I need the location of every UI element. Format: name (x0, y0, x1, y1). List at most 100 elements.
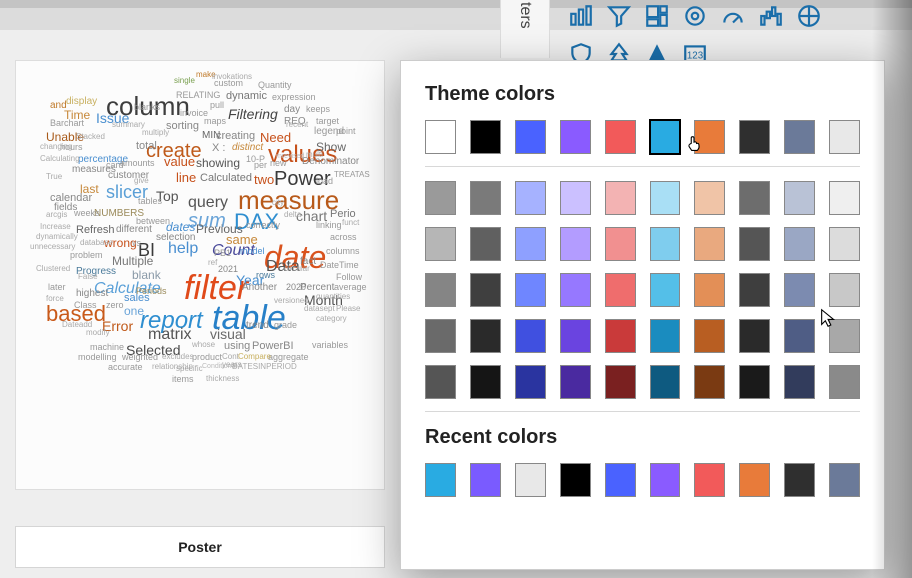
cloud-word[interactable]: problem (70, 251, 103, 260)
shade-color-swatch[interactable] (650, 365, 681, 399)
cloud-word[interactable]: modelling (78, 353, 117, 362)
cloud-word[interactable]: Refresh (76, 225, 115, 236)
recent-color-swatch[interactable] (650, 463, 681, 497)
cloud-word[interactable]: grade (274, 321, 297, 330)
filters-pane-collapsed[interactable]: ters (500, 0, 550, 58)
shade-color-swatch[interactable] (515, 273, 546, 307)
recent-color-swatch[interactable] (829, 463, 860, 497)
cloud-word[interactable]: tables (138, 197, 162, 206)
cloud-word[interactable]: vs (132, 239, 141, 248)
cloud-word[interactable]: display (66, 97, 97, 107)
shade-color-swatch[interactable] (650, 227, 681, 261)
key-influencers-icon[interactable] (795, 2, 823, 30)
shade-color-swatch[interactable] (829, 319, 860, 353)
cloud-word[interactable]: thickness (206, 375, 239, 383)
shade-color-swatch[interactable] (470, 365, 501, 399)
cloud-word[interactable]: aggregate (268, 353, 309, 362)
cloud-word[interactable]: multiply (142, 129, 169, 137)
cloud-word[interactable]: PowerBI (252, 341, 294, 352)
stacked-bar-icon[interactable] (567, 2, 595, 30)
cloud-word[interactable]: line (176, 171, 196, 184)
shade-color-swatch[interactable] (829, 181, 860, 215)
cloud-word[interactable]: category (316, 315, 347, 323)
recent-color-swatch[interactable] (694, 463, 725, 497)
cloud-word[interactable]: single (174, 77, 195, 85)
cloud-word[interactable]: excludes (162, 353, 194, 361)
cloud-word[interactable]: Class (74, 301, 97, 310)
theme-color-swatch[interactable] (425, 120, 456, 154)
cloud-word[interactable]: creating (216, 131, 255, 142)
cloud-word[interactable]: across (330, 233, 357, 242)
shade-color-swatch[interactable] (694, 319, 725, 353)
cloud-word[interactable]: Please (336, 305, 360, 313)
cloud-word[interactable]: day (284, 105, 300, 115)
cloud-word[interactable]: 2021 (218, 265, 238, 274)
cloud-word[interactable]: unnecessary (30, 243, 75, 251)
cloud-word[interactable]: delta (284, 211, 301, 219)
shade-color-swatch[interactable] (560, 319, 591, 353)
shade-color-swatch[interactable] (739, 181, 770, 215)
cloud-word[interactable]: MIN (202, 131, 220, 141)
theme-color-swatch[interactable] (784, 120, 815, 154)
shade-color-swatch[interactable] (650, 319, 681, 353)
cloud-word[interactable]: give (134, 177, 149, 185)
cloud-word[interactable]: different (116, 225, 152, 235)
cloud-word[interactable]: target (316, 117, 339, 126)
cloud-word[interactable]: summary (112, 121, 145, 129)
cloud-word[interactable]: matrix (148, 327, 192, 343)
cloud-word[interactable]: per (254, 161, 267, 170)
cloud-word[interactable]: force (46, 295, 64, 303)
shade-color-swatch[interactable] (425, 227, 456, 261)
shade-color-swatch[interactable] (470, 273, 501, 307)
shade-color-swatch[interactable] (515, 319, 546, 353)
theme-color-swatch[interactable] (739, 120, 770, 154)
cloud-word[interactable]: invokations (212, 73, 252, 81)
recent-color-swatch[interactable] (739, 463, 770, 497)
cloud-word[interactable]: keeps (306, 105, 330, 114)
waterfall-icon[interactable] (757, 2, 785, 30)
cloud-word[interactable]: correctly (246, 221, 280, 230)
cloud-word[interactable]: two (254, 173, 274, 186)
shade-color-swatch[interactable] (425, 181, 456, 215)
cloud-word[interactable]: weeks (74, 209, 100, 218)
cloud-word[interactable]: using (224, 341, 250, 352)
cloud-word[interactable]: expression (272, 93, 316, 102)
theme-color-swatch[interactable] (605, 120, 636, 154)
recent-color-swatch[interactable] (515, 463, 546, 497)
cloud-word[interactable]: rows (256, 271, 275, 280)
shade-color-swatch[interactable] (515, 181, 546, 215)
shade-color-swatch[interactable] (470, 319, 501, 353)
shade-color-swatch[interactable] (829, 273, 860, 307)
cloud-word[interactable]: database (80, 239, 113, 247)
shade-color-swatch[interactable] (605, 227, 636, 261)
cloud-word[interactable]: highest (76, 289, 108, 299)
cloud-word[interactable]: visual (210, 327, 246, 341)
cloud-word[interactable]: Quantity (258, 81, 292, 90)
shade-color-swatch[interactable] (694, 273, 725, 307)
shade-color-swatch[interactable] (784, 181, 815, 215)
theme-color-swatch[interactable] (650, 120, 681, 154)
cloud-word[interactable]: linking (316, 221, 342, 230)
shade-color-swatch[interactable] (470, 227, 501, 261)
cloud-word[interactable]: whose (192, 341, 215, 349)
cloud-word[interactable]: model (240, 247, 265, 256)
cloud-word[interactable]: maps (204, 117, 226, 126)
treemap-icon[interactable] (643, 2, 671, 30)
shade-color-swatch[interactable] (425, 365, 456, 399)
shade-color-swatch[interactable] (784, 319, 815, 353)
shade-color-swatch[interactable] (470, 181, 501, 215)
shade-color-swatch[interactable] (605, 273, 636, 307)
cloud-word[interactable]: sorting (166, 121, 199, 132)
cloud-word[interactable]: query (188, 195, 228, 211)
shade-color-swatch[interactable] (515, 365, 546, 399)
cloud-word[interactable]: TREATAS (334, 171, 370, 179)
cloud-word[interactable]: mrevised (276, 153, 304, 160)
cloud-word[interactable]: Another (242, 283, 277, 293)
cloud-word[interactable]: 2020 (286, 283, 306, 292)
shade-color-swatch[interactable] (739, 319, 770, 353)
cloud-word[interactable]: trend (246, 321, 269, 331)
donut-icon[interactable] (681, 2, 709, 30)
theme-color-swatch[interactable] (515, 120, 546, 154)
cloud-word[interactable]: zero (106, 301, 124, 310)
theme-color-swatch[interactable] (470, 120, 501, 154)
